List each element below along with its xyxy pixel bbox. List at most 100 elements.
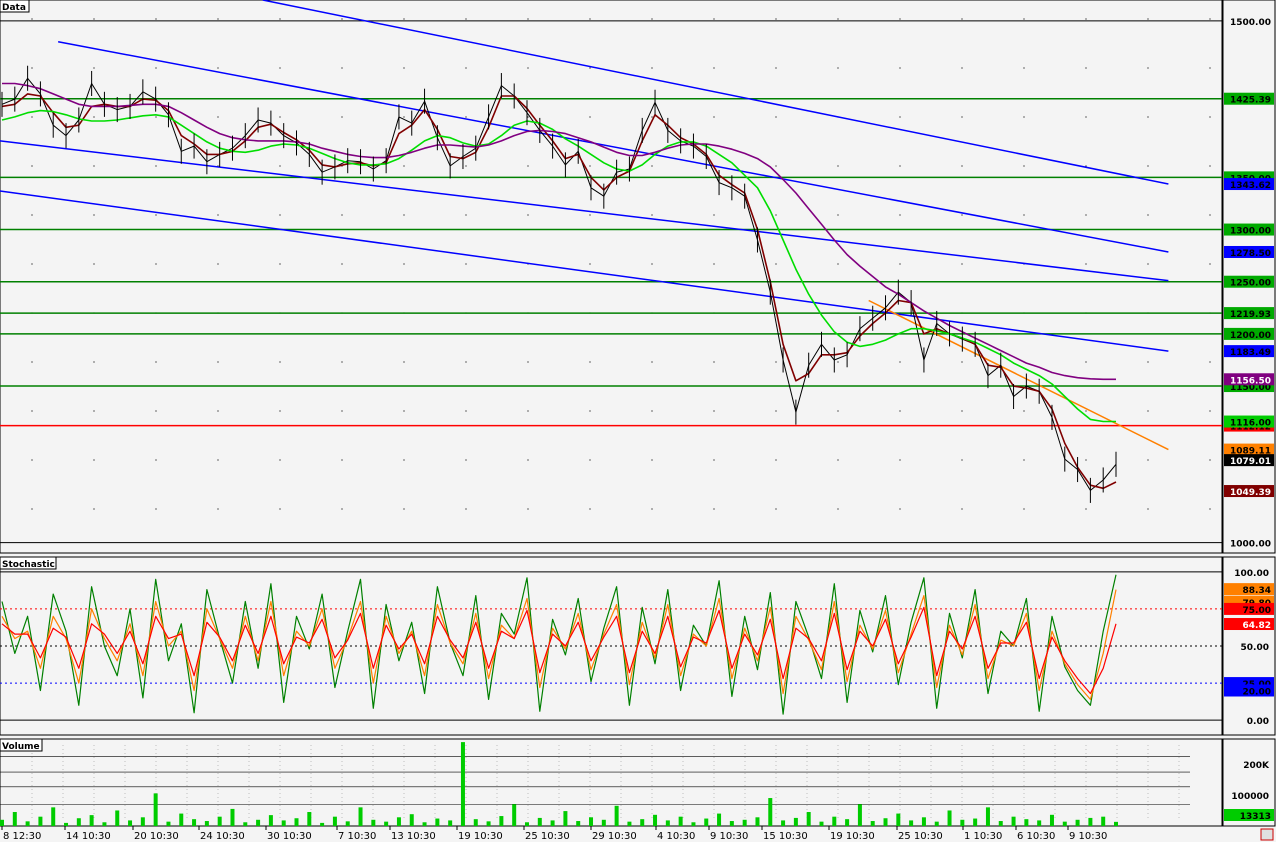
volume-bar <box>857 804 862 826</box>
price-grid-dot <box>837 18 839 20</box>
price-grid-dot <box>93 263 95 265</box>
volume-bar <box>294 818 299 826</box>
price-grid-dot <box>775 214 777 216</box>
price-grid-dot <box>1209 214 1211 216</box>
volume-bar <box>1049 814 1054 826</box>
price-grid-dot <box>775 116 777 118</box>
price-grid-dot <box>1085 263 1087 265</box>
volume-bar <box>12 812 17 826</box>
price-grid-dot <box>31 214 33 216</box>
price-level-badge-label: 1425.39 <box>1230 96 1271 106</box>
price-grid-dot <box>465 67 467 69</box>
volume-bar <box>384 821 389 826</box>
price-grid-dot <box>589 459 591 461</box>
price-grid-dot <box>217 116 219 118</box>
price-grid-dot <box>155 18 157 20</box>
price-grid-dot <box>403 18 405 20</box>
price-grid-dot <box>93 214 95 216</box>
price-grid-dot <box>961 214 963 216</box>
volume-bar <box>742 819 747 826</box>
price-grid-dot <box>961 459 963 461</box>
price-grid-dot <box>837 361 839 363</box>
volume-bar <box>204 821 209 826</box>
price-grid-dot <box>775 165 777 167</box>
volume-bar <box>1101 816 1106 826</box>
price-grid-dot <box>1023 508 1025 510</box>
volume-bar <box>601 819 606 826</box>
price-grid-dot <box>465 410 467 412</box>
price-grid-dot <box>1147 459 1149 461</box>
volume-bar <box>576 821 581 826</box>
price-grid-dot <box>1085 410 1087 412</box>
price-grid-dot <box>93 116 95 118</box>
price-grid-dot <box>279 410 281 412</box>
price-grid-dot <box>651 459 653 461</box>
price-grid-dot <box>775 263 777 265</box>
volume-bar <box>345 821 350 826</box>
price-grid-dot <box>279 214 281 216</box>
price-grid-dot <box>93 67 95 69</box>
price-grid-dot <box>1023 67 1025 69</box>
x-tick-label: 4 10:30 <box>657 831 695 842</box>
price-grid-dot <box>1147 263 1149 265</box>
volume-bar <box>64 822 69 826</box>
volume-bar <box>973 818 978 826</box>
volume-bar <box>563 811 568 826</box>
x-tick-label: 29 10:30 <box>592 831 637 842</box>
price-grid-dot <box>465 263 467 265</box>
price-grid-dot <box>775 361 777 363</box>
volume-bar <box>25 821 30 826</box>
volume-bar <box>665 820 670 826</box>
price-grid-dot <box>899 459 901 461</box>
price-grid-dot <box>341 361 343 363</box>
price-grid-dot <box>155 67 157 69</box>
price-grid-dot <box>651 116 653 118</box>
price-grid-dot <box>589 116 591 118</box>
price-grid-dot <box>1085 459 1087 461</box>
volume-bar <box>460 742 465 826</box>
price-grid-dot <box>1147 67 1149 69</box>
price-grid-dot <box>1209 165 1211 167</box>
price-grid-dot <box>527 361 529 363</box>
price-grid-dot <box>651 214 653 216</box>
price-grid-dot <box>341 18 343 20</box>
price-grid-dot <box>527 508 529 510</box>
price-grid-dot <box>1085 18 1087 20</box>
price-grid-dot <box>31 459 33 461</box>
volume-bar <box>1088 817 1093 826</box>
price-grid-dot <box>465 116 467 118</box>
price-grid-dot <box>465 165 467 167</box>
volume-bar <box>870 821 875 826</box>
volume-tick-label: 200K <box>1243 761 1270 771</box>
price-grid-dot <box>651 410 653 412</box>
price-grid-dot <box>713 214 715 216</box>
price-grid-dot <box>651 361 653 363</box>
price-grid-dot <box>341 214 343 216</box>
volume-bar <box>691 822 696 826</box>
volume-bar <box>947 810 952 826</box>
price-grid-dot <box>961 18 963 20</box>
price-grid-dot <box>589 67 591 69</box>
price-grid-dot <box>1147 361 1149 363</box>
volume-bar <box>102 822 107 826</box>
price-tick-label: 1500.00 <box>1230 18 1271 28</box>
x-tick-label: 19 10:30 <box>458 831 503 842</box>
stochastic-tick-label: 50.00 <box>1241 643 1269 653</box>
price-grid-dot <box>31 361 33 363</box>
price-badge-label: 1116.00 <box>1230 419 1271 429</box>
price-grid-dot <box>775 410 777 412</box>
volume-bar <box>230 808 235 826</box>
price-grid-dot <box>961 410 963 412</box>
price-grid-dot <box>403 361 405 363</box>
price-grid-dot <box>155 508 157 510</box>
price-grid-dot <box>465 361 467 363</box>
price-grid-dot <box>403 67 405 69</box>
price-grid-dot <box>341 459 343 461</box>
price-grid-dot <box>403 214 405 216</box>
volume-bar <box>268 815 273 826</box>
price-grid-dot <box>713 410 715 412</box>
price-grid-dot <box>341 67 343 69</box>
price-grid-dot <box>899 263 901 265</box>
price-grid-dot <box>1085 165 1087 167</box>
price-grid-dot <box>31 67 33 69</box>
